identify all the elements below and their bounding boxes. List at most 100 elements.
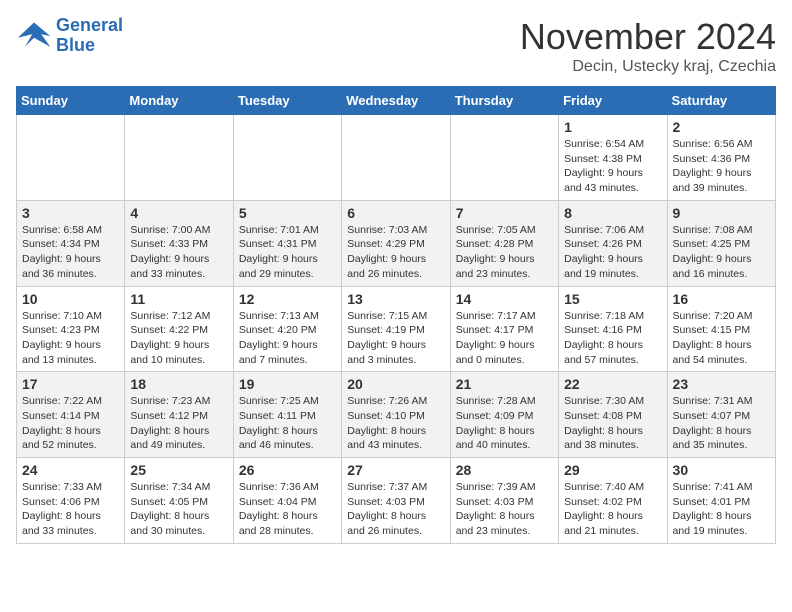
week-row-2: 3Sunrise: 6:58 AM Sunset: 4:34 PM Daylig…	[17, 200, 776, 286]
col-header-thursday: Thursday	[450, 87, 558, 115]
day-cell	[125, 115, 233, 201]
day-info: Sunrise: 7:20 AM Sunset: 4:15 PM Dayligh…	[673, 309, 770, 368]
day-number: 26	[239, 462, 336, 478]
day-info: Sunrise: 7:22 AM Sunset: 4:14 PM Dayligh…	[22, 394, 119, 453]
day-info: Sunrise: 7:08 AM Sunset: 4:25 PM Dayligh…	[673, 223, 770, 282]
day-cell: 12Sunrise: 7:13 AM Sunset: 4:20 PM Dayli…	[233, 286, 341, 372]
day-number: 25	[130, 462, 227, 478]
day-cell: 28 Sunrise: 7:39 AM Sunset: 4:03 PM Dayli…	[450, 458, 558, 544]
day-cell: 24Sunrise: 7:33 AM Sunset: 4:06 PM Dayli…	[17, 458, 125, 544]
page-header: General Blue November 2024 Decin, Usteck…	[16, 16, 776, 76]
day-number: 18	[130, 376, 227, 392]
day-number: 21	[456, 376, 553, 392]
day-info: Sunrise: 7:06 AM Sunset: 4:26 PM Dayligh…	[564, 223, 661, 282]
day-cell: 21Sunrise: 7:28 AM Sunset: 4:09 PM Dayli…	[450, 372, 558, 458]
day-cell: 23 Sunrise: 7:31 AM Sunset: 4:07 PM Dayli…	[667, 372, 775, 458]
week-row-1: 1 Sunrise: 6:54 AM Sunset: 4:38 PM Daylig…	[17, 115, 776, 201]
month-title: November 2024	[520, 16, 776, 58]
day-cell: 17 Sunrise: 7:22 AM Sunset: 4:14 PM Dayli…	[17, 372, 125, 458]
day-info: Sunrise: 7:37 AM Sunset: 4:03 PM Dayligh…	[347, 480, 444, 539]
day-info: Sunrise: 7:40 AM Sunset: 4:02 PM Dayligh…	[564, 480, 661, 539]
day-info: Sunrise: 7:34 AM Sunset: 4:05 PM Dayligh…	[130, 480, 227, 539]
logo: General Blue	[16, 16, 123, 56]
day-cell	[17, 115, 125, 201]
day-info: Sunrise: 7:00 AM Sunset: 4:33 PM Dayligh…	[130, 223, 227, 282]
day-info: Sunrise: 7:41 AM Sunset: 4:01 PM Dayligh…	[673, 480, 770, 539]
day-cell: 11Sunrise: 7:12 AM Sunset: 4:22 PM Dayli…	[125, 286, 233, 372]
day-cell: 19Sunrise: 7:25 AM Sunset: 4:11 PM Dayli…	[233, 372, 341, 458]
day-info: Sunrise: 7:33 AM Sunset: 4:06 PM Dayligh…	[22, 480, 119, 539]
day-cell: 8 Sunrise: 7:06 AM Sunset: 4:26 PM Daylig…	[559, 200, 667, 286]
day-cell: 30 Sunrise: 7:41 AM Sunset: 4:01 PM Dayli…	[667, 458, 775, 544]
col-header-monday: Monday	[125, 87, 233, 115]
day-info: Sunrise: 6:54 AM Sunset: 4:38 PM Dayligh…	[564, 137, 661, 196]
day-cell: 7 Sunrise: 7:05 AM Sunset: 4:28 PM Daylig…	[450, 200, 558, 286]
day-cell: 15 Sunrise: 7:18 AM Sunset: 4:16 PM Dayli…	[559, 286, 667, 372]
day-cell: 2 Sunrise: 6:56 AM Sunset: 4:36 PM Daylig…	[667, 115, 775, 201]
col-header-saturday: Saturday	[667, 87, 775, 115]
day-number: 15	[564, 291, 661, 307]
day-cell: 27 Sunrise: 7:37 AM Sunset: 4:03 PM Dayli…	[342, 458, 450, 544]
day-number: 29	[564, 462, 661, 478]
day-cell: 5Sunrise: 7:01 AM Sunset: 4:31 PM Daylig…	[233, 200, 341, 286]
day-number: 23	[673, 376, 770, 392]
logo-icon	[16, 18, 52, 54]
col-header-friday: Friday	[559, 87, 667, 115]
day-number: 9	[673, 205, 770, 221]
day-cell	[342, 115, 450, 201]
week-row-5: 24Sunrise: 7:33 AM Sunset: 4:06 PM Dayli…	[17, 458, 776, 544]
day-number: 8	[564, 205, 661, 221]
calendar-table: SundayMondayTuesdayWednesdayThursdayFrid…	[16, 86, 776, 544]
day-cell: 29 Sunrise: 7:40 AM Sunset: 4:02 PM Dayli…	[559, 458, 667, 544]
day-info: Sunrise: 7:13 AM Sunset: 4:20 PM Dayligh…	[239, 309, 336, 368]
day-number: 20	[347, 376, 444, 392]
day-info: Sunrise: 7:05 AM Sunset: 4:28 PM Dayligh…	[456, 223, 553, 282]
day-number: 19	[239, 376, 336, 392]
location-subtitle: Decin, Ustecky kraj, Czechia	[520, 58, 776, 76]
day-info: Sunrise: 7:10 AM Sunset: 4:23 PM Dayligh…	[22, 309, 119, 368]
day-cell: 6 Sunrise: 7:03 AM Sunset: 4:29 PM Daylig…	[342, 200, 450, 286]
day-cell: 13Sunrise: 7:15 AM Sunset: 4:19 PM Dayli…	[342, 286, 450, 372]
day-number: 17	[22, 376, 119, 392]
col-header-wednesday: Wednesday	[342, 87, 450, 115]
title-block: November 2024 Decin, Ustecky kraj, Czech…	[520, 16, 776, 76]
col-header-tuesday: Tuesday	[233, 87, 341, 115]
day-info: Sunrise: 7:36 AM Sunset: 4:04 PM Dayligh…	[239, 480, 336, 539]
day-cell	[233, 115, 341, 201]
day-info: Sunrise: 7:15 AM Sunset: 4:19 PM Dayligh…	[347, 309, 444, 368]
day-number: 30	[673, 462, 770, 478]
day-cell: 18 Sunrise: 7:23 AM Sunset: 4:12 PM Dayli…	[125, 372, 233, 458]
day-info: Sunrise: 7:01 AM Sunset: 4:31 PM Dayligh…	[239, 223, 336, 282]
day-number: 7	[456, 205, 553, 221]
day-info: Sunrise: 6:56 AM Sunset: 4:36 PM Dayligh…	[673, 137, 770, 196]
day-number: 16	[673, 291, 770, 307]
day-number: 11	[130, 291, 227, 307]
week-row-3: 10 Sunrise: 7:10 AM Sunset: 4:23 PM Dayli…	[17, 286, 776, 372]
day-cell: 20 Sunrise: 7:26 AM Sunset: 4:10 PM Dayli…	[342, 372, 450, 458]
day-info: Sunrise: 7:39 AM Sunset: 4:03 PM Dayligh…	[456, 480, 553, 539]
day-number: 22	[564, 376, 661, 392]
day-cell	[450, 115, 558, 201]
day-number: 27	[347, 462, 444, 478]
day-number: 6	[347, 205, 444, 221]
day-cell: 26 Sunrise: 7:36 AM Sunset: 4:04 PM Dayli…	[233, 458, 341, 544]
logo-text: General Blue	[56, 16, 123, 56]
day-cell: 22 Sunrise: 7:30 AM Sunset: 4:08 PM Dayli…	[559, 372, 667, 458]
day-cell: 25 Sunrise: 7:34 AM Sunset: 4:05 PM Dayli…	[125, 458, 233, 544]
day-info: Sunrise: 7:30 AM Sunset: 4:08 PM Dayligh…	[564, 394, 661, 453]
day-number: 14	[456, 291, 553, 307]
day-info: Sunrise: 7:03 AM Sunset: 4:29 PM Dayligh…	[347, 223, 444, 282]
day-info: Sunrise: 7:26 AM Sunset: 4:10 PM Dayligh…	[347, 394, 444, 453]
day-number: 28	[456, 462, 553, 478]
day-cell: 10 Sunrise: 7:10 AM Sunset: 4:23 PM Dayli…	[17, 286, 125, 372]
day-number: 3	[22, 205, 119, 221]
day-info: Sunrise: 7:23 AM Sunset: 4:12 PM Dayligh…	[130, 394, 227, 453]
day-cell: 9 Sunrise: 7:08 AM Sunset: 4:25 PM Daylig…	[667, 200, 775, 286]
day-info: Sunrise: 7:18 AM Sunset: 4:16 PM Dayligh…	[564, 309, 661, 368]
day-number: 4	[130, 205, 227, 221]
day-info: Sunrise: 7:31 AM Sunset: 4:07 PM Dayligh…	[673, 394, 770, 453]
day-number: 1	[564, 119, 661, 135]
day-number: 2	[673, 119, 770, 135]
day-cell: 4 Sunrise: 7:00 AM Sunset: 4:33 PM Daylig…	[125, 200, 233, 286]
day-number: 10	[22, 291, 119, 307]
